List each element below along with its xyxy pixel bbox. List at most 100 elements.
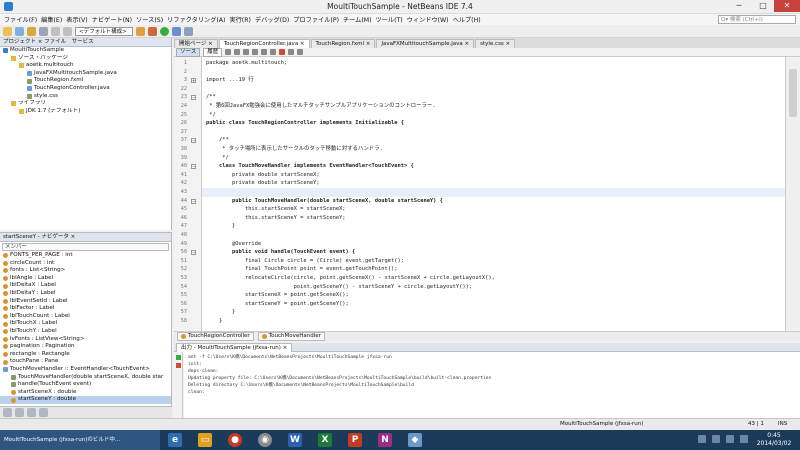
editor-tab[interactable]: style.css × [475, 39, 516, 48]
shift-left-icon[interactable] [261, 49, 268, 55]
stop-icon[interactable] [176, 363, 181, 368]
menu-item[interactable]: ナビゲート(N) [90, 15, 134, 24]
netbeans-taskbar-icon[interactable]: ◆ [408, 433, 422, 447]
navigator-item[interactable]: startSceneY : double [0, 396, 171, 404]
menu-item[interactable]: ファイル(F) [2, 15, 39, 24]
menu-item[interactable]: 表示(V) [64, 15, 89, 24]
project-tree-item[interactable]: TouchRegion.fxml [0, 77, 171, 85]
toggle-highlight-icon[interactable] [252, 49, 259, 55]
configuration-select[interactable]: <デフォルト構成> [75, 26, 133, 36]
explorer-icon[interactable]: ▭ [198, 433, 212, 447]
debug-icon[interactable] [172, 26, 181, 36]
clean-build-icon[interactable] [148, 26, 157, 36]
menu-item[interactable]: ヘルプ(H) [451, 15, 483, 24]
comment-icon[interactable] [288, 49, 295, 55]
profile-icon[interactable] [184, 26, 193, 36]
project-tree-item[interactable]: MoultiTouchSample [0, 47, 171, 55]
menu-item[interactable]: プロファイル(P) [291, 15, 341, 24]
scroll-thumb[interactable] [789, 69, 797, 117]
rerun-icon[interactable] [176, 355, 181, 360]
navigator-item[interactable]: FONTS_PER_PAGE : int [0, 252, 171, 260]
sort-icon[interactable] [39, 408, 48, 417]
editor-tab[interactable]: JavaFXMultitouchSample.java × [376, 39, 475, 48]
find-icon[interactable] [243, 49, 250, 55]
filter-fields-icon[interactable] [3, 408, 12, 417]
menu-item[interactable]: ツール(T) [374, 15, 405, 24]
network-icon[interactable] [712, 435, 720, 443]
navigator-item[interactable]: touchPane : Pane [0, 358, 171, 366]
menu-item[interactable]: デバッグ(D) [253, 15, 291, 24]
excel-icon[interactable]: X [318, 433, 332, 447]
editor-vertical-scrollbar[interactable] [785, 57, 800, 331]
menu-item[interactable]: 編集(E) [39, 15, 64, 24]
menu-item[interactable]: リファクタリング(A) [165, 15, 227, 24]
navigator-item[interactable]: lblEventSetId : Label [0, 298, 171, 306]
maximize-button[interactable]: □ [754, 0, 772, 12]
source-mode-button[interactable]: ソース [176, 47, 201, 57]
ie-icon[interactable]: e [168, 433, 182, 447]
powerpoint-icon[interactable]: P [348, 433, 362, 447]
navigator-filter-select[interactable]: メンバー [2, 243, 169, 251]
history-mode-button[interactable]: 履歴 [203, 47, 223, 57]
navigator-item[interactable]: lblTouchX : Label [0, 320, 171, 328]
navigator-item[interactable]: circleCount : int [0, 260, 171, 268]
project-tree-item[interactable]: ソース・パッケージ [0, 55, 171, 63]
fold-toggle-icon[interactable]: + [191, 78, 196, 84]
fold-toggle-icon[interactable]: − [191, 164, 196, 170]
navigator-item[interactable]: handle(TouchEvent event) [0, 381, 171, 389]
navigator-item[interactable]: startSceneX : double [0, 389, 171, 397]
project-tree-item[interactable]: JavaFXMultitouchSample.java [0, 70, 171, 78]
redo-icon[interactable] [63, 26, 72, 36]
word-icon[interactable]: W [288, 433, 302, 447]
clock[interactable]: 0:45 2014/03/02 [754, 432, 794, 448]
navigator-item[interactable]: lblAngle : Label [0, 275, 171, 283]
navigator-item[interactable]: lblTouchCount : Label [0, 313, 171, 321]
fold-toggle-icon[interactable]: − [191, 198, 196, 204]
breadcrumb-class[interactable]: TouchRegionController [177, 332, 254, 341]
navigator-item[interactable]: rectangle : Rectangle [0, 351, 171, 359]
save-all-icon[interactable] [39, 26, 48, 36]
menu-item[interactable]: 実行(R) [227, 15, 253, 24]
new-file-icon[interactable] [15, 26, 24, 36]
tray-up-icon[interactable] [698, 435, 706, 443]
menu-item[interactable]: ソース(S) [134, 15, 165, 24]
filter-inherited-icon[interactable] [27, 408, 36, 417]
project-tree-item[interactable]: TouchRegionController.java [0, 85, 171, 93]
minimize-button[interactable]: ─ [730, 0, 748, 12]
navigator-header[interactable]: startSceneY - ナビゲータ × [0, 233, 171, 242]
shift-right-icon[interactable] [270, 49, 277, 55]
navigator-item[interactable]: TouchMoveHandler :: EventHandler<TouchEv… [0, 366, 171, 374]
onenote-icon[interactable]: N [378, 433, 392, 447]
breadcrumb-inner-class[interactable]: TouchMoveHandler [257, 332, 325, 341]
search-input[interactable]: Q▾ 検索 (Ctrl+I) [718, 15, 796, 24]
code-editor[interactable]: package aoetk.multitouch; import ...19 行 /… [202, 57, 785, 331]
back-icon[interactable] [225, 49, 232, 55]
navigator-item[interactable]: lblDeltaY : Label [0, 290, 171, 298]
navigator-item[interactable]: lvFonts : ListView<String> [0, 336, 171, 344]
uncomment-icon[interactable] [297, 49, 304, 55]
project-pane-header[interactable]: プロジェクト × ファイル サービス [0, 38, 171, 47]
open-project-icon[interactable] [27, 26, 36, 36]
fold-toggle-icon[interactable]: − [191, 250, 196, 256]
forward-icon[interactable] [234, 49, 241, 55]
project-tree-item[interactable]: JDK 1.7 (デフォルト) [0, 108, 171, 116]
navigator-item[interactable]: lblTouchY : Label [0, 328, 171, 336]
stop-macro-icon[interactable] [279, 49, 286, 55]
fold-toggle-icon[interactable]: − [191, 95, 196, 101]
project-tree-item[interactable]: aoetk.multitouch [0, 62, 171, 70]
taskbar-netbeans-build[interactable]: MoultiTouchSample (jfxsa-run)のビルド中... [0, 430, 160, 450]
editor-tab[interactable]: TouchRegionController.java × [218, 39, 310, 48]
navigator-item[interactable]: lblDeltaX : Label [0, 282, 171, 290]
editor-tab[interactable]: TouchRegion.fxml × [310, 39, 376, 48]
undo-icon[interactable] [51, 26, 60, 36]
navigator-item[interactable]: pagination : Pagination [0, 343, 171, 351]
volume-icon[interactable] [726, 435, 734, 443]
navigator-item[interactable]: lblFactor : Label [0, 305, 171, 313]
fold-toggle-icon[interactable]: − [191, 138, 196, 144]
build-icon[interactable] [136, 26, 145, 36]
project-tree-item[interactable]: style.css [0, 93, 171, 101]
keyboard-icon[interactable] [740, 435, 748, 443]
project-tree-item[interactable]: ライブラリ [0, 100, 171, 108]
media-icon[interactable]: ◉ [258, 433, 272, 447]
run-icon[interactable] [160, 26, 169, 36]
